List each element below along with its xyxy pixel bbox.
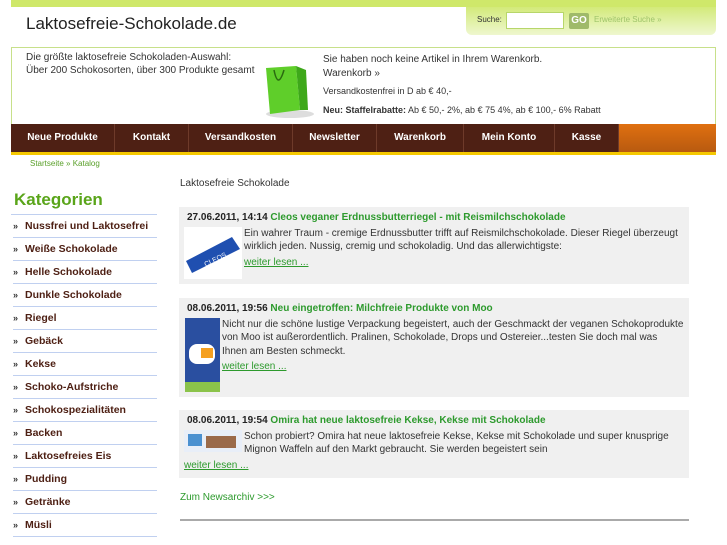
categories-title: Kategorien (14, 190, 103, 209)
category-item[interactable]: » Helle Schokolade (13, 261, 157, 284)
chevron-right-icon: » (13, 497, 19, 507)
nav-versandkosten[interactable]: Versandkosten (189, 124, 293, 152)
news-image[interactable]: CLEOS (184, 227, 242, 279)
category-label: Müsli (25, 519, 52, 531)
advanced-search-link[interactable]: Erweiterte Suche » (594, 15, 662, 24)
shopping-bag-icon (266, 66, 314, 118)
nav-neue-produkte[interactable]: Neue Produkte (11, 124, 115, 152)
news-title-link[interactable]: Cleos veganer Erdnussbutterriegel - mit … (270, 212, 565, 223)
category-label: Pudding (25, 473, 67, 485)
shipping-text: Versandkostenfrei in D ab € 40,- (323, 86, 452, 96)
discount-text: Neu: Staffelrabatte: Ab € 50,- 2%, ab € … (323, 105, 601, 115)
chevron-right-icon: » (13, 359, 19, 369)
discount-label: Neu: Staffelrabatte: (323, 105, 407, 115)
news-archive-link[interactable]: Zum Newsarchiv >>> (180, 492, 275, 503)
chevron-right-icon: » (13, 221, 19, 231)
news-header: 08.06.2011, 19:54 Omira hat neue laktose… (187, 415, 681, 426)
chevron-right-icon: » (13, 451, 19, 461)
news-item: 08.06.2011, 19:56 Neu eingetroffen: Milc… (179, 298, 689, 397)
chevron-right-icon: » (13, 520, 19, 530)
breadcrumb[interactable]: Startseite » Katalog (30, 159, 100, 168)
category-item[interactable]: » Schokospezialitäten (13, 399, 157, 422)
read-more-link[interactable]: weiter lesen ... (222, 361, 286, 372)
category-item[interactable]: » Müsli (13, 514, 157, 537)
category-label: Helle Schokolade (25, 266, 112, 278)
category-item[interactable]: » Laktosefreies Eis (13, 445, 157, 468)
tagline: Die größte laktosefreie Schokoladen-Ausw… (26, 51, 254, 77)
chevron-right-icon: » (13, 405, 19, 415)
nav-kasse[interactable]: Kasse (555, 124, 619, 152)
tagline-2: Über 200 Schokosorten, über 300 Produkte… (26, 65, 255, 76)
news-item: 27.06.2011, 14:14 Cleos veganer Erdnussb… (179, 207, 689, 284)
category-item[interactable]: » Getränke (13, 491, 157, 514)
category-label: Gebäck (25, 335, 63, 347)
divider (180, 519, 689, 521)
news-text: Ein wahrer Traum - cremige Erdnussbutter… (244, 228, 678, 253)
chevron-right-icon: » (13, 313, 19, 323)
news-image[interactable] (185, 318, 220, 392)
category-item[interactable]: » Nussfrei und Laktosefrei (13, 215, 157, 238)
read-more-link[interactable]: weiter lesen ... (244, 257, 308, 268)
read-more-link[interactable]: weiter lesen ... (184, 460, 248, 471)
chevron-right-icon: » (13, 382, 19, 392)
chevron-right-icon: » (13, 244, 19, 254)
cart-empty-text: Sie haben noch keine Artikel in Ihrem Wa… (323, 54, 543, 65)
category-item[interactable]: » Kekse (13, 353, 157, 376)
site-title[interactable]: Laktosefreie-Schokolade.de (26, 14, 237, 34)
news-date: 27.06.2011, 14:14 (187, 212, 268, 223)
info-box: Die größte laktosefreie Schokoladen-Ausw… (11, 47, 716, 125)
chevron-right-icon: » (13, 267, 19, 277)
category-label: Nussfrei und Laktosefrei (25, 220, 149, 232)
search-label: Suche: (477, 15, 502, 24)
category-item[interactable]: » Dunkle Schokolade (13, 284, 157, 307)
page-heading: Laktosefreie Schokolade (180, 178, 290, 189)
news-header: 27.06.2011, 14:14 Cleos veganer Erdnussb… (187, 212, 681, 223)
nav-filler (619, 124, 716, 152)
nav-mein-konto[interactable]: Mein Konto (464, 124, 555, 152)
category-item[interactable]: » Gebäck (13, 330, 157, 353)
category-item[interactable]: » Pudding (13, 468, 157, 491)
news-title-link[interactable]: Omira hat neue laktosefreie Kekse, Kekse… (270, 415, 545, 426)
category-item[interactable]: » Backen (13, 422, 157, 445)
go-button[interactable]: GO (569, 13, 589, 29)
category-label: Weiße Schokolade (25, 243, 118, 255)
category-item[interactable]: » Weiße Schokolade (13, 238, 157, 261)
main-nav: Neue Produkte Kontakt Versandkosten News… (11, 124, 716, 155)
search-input[interactable] (506, 12, 564, 29)
category-label: Backen (25, 427, 63, 439)
chevron-right-icon: » (13, 428, 19, 438)
chevron-right-icon: » (13, 336, 19, 346)
category-label: Dunkle Schokolade (25, 289, 122, 301)
discount-value: Ab € 50,- 2%, ab € 75 4%, ab € 100,- 6% … (406, 105, 601, 115)
category-label: Riegel (25, 312, 57, 324)
category-item[interactable]: » Riegel (13, 307, 157, 330)
news-title-link[interactable]: Neu eingetroffen: Milchfreie Produkte vo… (270, 303, 492, 314)
news-text: Schon probiert? Omira hat neue laktosefr… (244, 431, 669, 456)
category-label: Getränke (25, 496, 71, 508)
tagline-1: Die größte laktosefreie Schokoladen-Ausw… (26, 52, 232, 63)
top-bar (11, 0, 716, 7)
chevron-right-icon: » (13, 290, 19, 300)
nav-newsletter[interactable]: Newsletter (293, 124, 377, 152)
news-date: 08.06.2011, 19:54 (187, 415, 268, 426)
nav-warenkorb[interactable]: Warenkorb (377, 124, 464, 152)
cart-link[interactable]: Warenkorb » (323, 68, 380, 79)
news-header: 08.06.2011, 19:56 Neu eingetroffen: Milc… (187, 303, 681, 314)
category-label: Kekse (25, 358, 56, 370)
category-list: » Nussfrei und Laktosefrei » Weiße Schokol… (11, 214, 157, 537)
category-label: Schokospezialitäten (25, 404, 126, 416)
news-date: 08.06.2011, 19:56 (187, 303, 268, 314)
news-text: Nicht nur die schöne lustige Verpackung … (222, 319, 684, 357)
category-item[interactable]: » Schoko-Aufstriche (13, 376, 157, 399)
news-image[interactable] (184, 430, 242, 452)
search-box: Suche: GO Erweiterte Suche » (466, 7, 716, 35)
category-label: Laktosefreies Eis (25, 450, 112, 462)
nav-kontakt[interactable]: Kontakt (115, 124, 189, 152)
category-label: Schoko-Aufstriche (25, 381, 119, 393)
news-item: 08.06.2011, 19:54 Omira hat neue laktose… (179, 410, 689, 478)
chevron-right-icon: » (13, 474, 19, 484)
